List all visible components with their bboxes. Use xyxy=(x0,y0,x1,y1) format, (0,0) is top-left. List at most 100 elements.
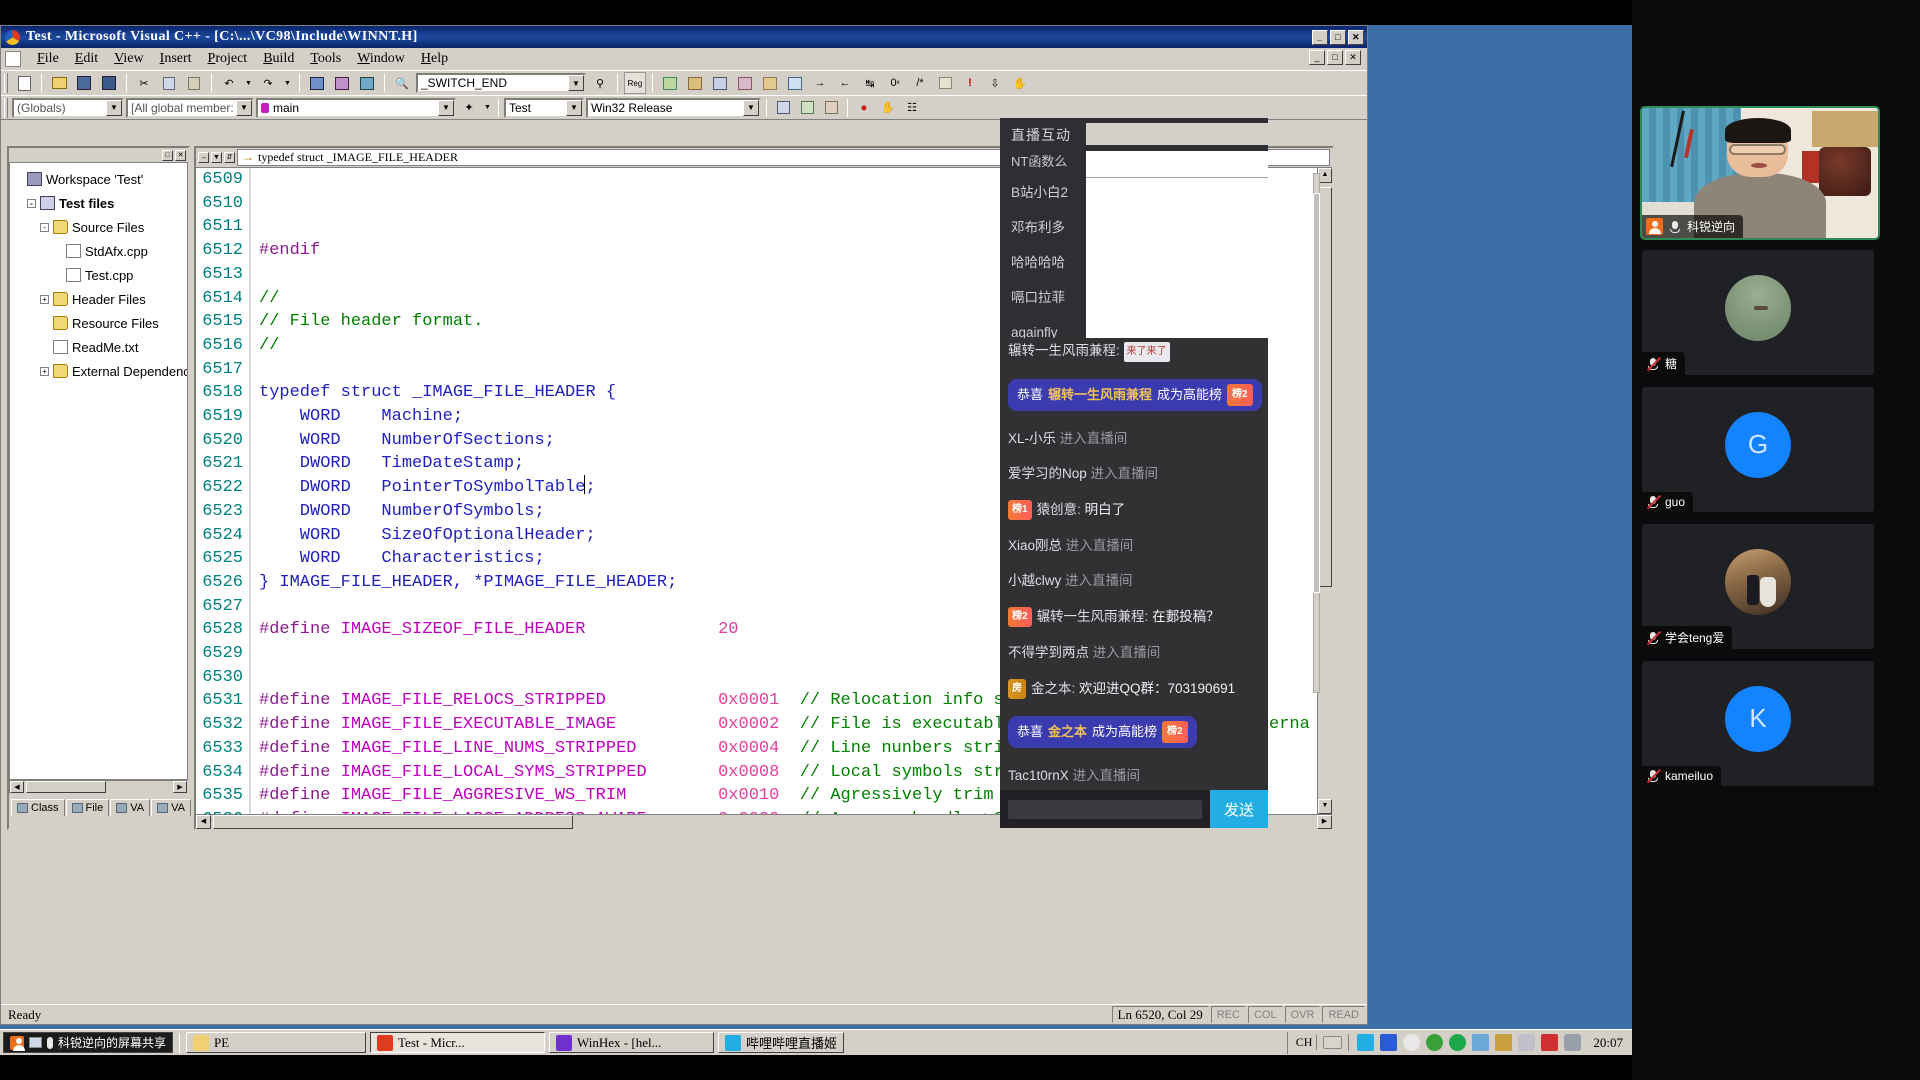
menu-item-tools[interactable]: Tools xyxy=(302,49,349,69)
workspace-dock-float-button[interactable]: □ xyxy=(162,149,173,161)
find-combo-arrow[interactable]: ▼ xyxy=(568,75,584,91)
editor-vscroll-thumb[interactable] xyxy=(1318,187,1332,587)
ime-keyboard-icon[interactable] xyxy=(1323,1036,1343,1049)
tree-expander-icon[interactable]: - xyxy=(27,198,36,208)
tree-node[interactable]: Test.cpp xyxy=(14,263,187,287)
undo-button[interactable]: ↶ xyxy=(218,72,240,94)
va-check-button[interactable] xyxy=(659,72,681,94)
menu-item-view[interactable]: View xyxy=(106,49,152,69)
workspace-scroll-right[interactable]: ▶ xyxy=(173,781,187,793)
browser-scrollbar[interactable] xyxy=(1313,173,1320,693)
participant-tile-tang[interactable]: 糖 xyxy=(1642,250,1874,375)
participant-tile-kameiluo[interactable]: K kameiluo xyxy=(1642,661,1874,786)
tree-node[interactable]: Resource Files xyxy=(14,311,187,335)
va-paste-button[interactable] xyxy=(709,72,731,94)
va-goto-button[interactable]: → xyxy=(809,72,831,94)
find-next-button[interactable]: ⚲ xyxy=(589,72,611,94)
workspace-tab[interactable]: Class xyxy=(11,799,65,816)
config-combo-arrow[interactable]: ▼ xyxy=(743,99,759,116)
cut-button[interactable]: ✂ xyxy=(133,72,155,94)
output-window-button[interactable] xyxy=(331,72,353,94)
save-all-button[interactable] xyxy=(98,72,120,94)
toolbar-grip[interactable] xyxy=(4,73,8,93)
workspace-tree[interactable]: Workspace 'Test' - Test files - Source Files… xyxy=(9,162,188,780)
menu-item-file[interactable]: FFileile xyxy=(29,49,67,69)
editor-scroll-left[interactable]: ◀ xyxy=(196,815,211,829)
workspace-tab[interactable]: File xyxy=(65,799,110,816)
va-warning-button[interactable]: ! xyxy=(959,72,981,94)
remove-breakpoints-button[interactable]: ✋ xyxy=(877,97,899,119)
volume-icon[interactable] xyxy=(1564,1034,1582,1051)
redo-button[interactable]: ↷ xyxy=(257,72,279,94)
va-outline-button[interactable] xyxy=(759,72,781,94)
watch-window-button[interactable] xyxy=(356,72,378,94)
menu-item-insert[interactable]: Insert xyxy=(152,49,200,69)
wizard-dropdown[interactable]: ▼ xyxy=(482,97,493,119)
registry-button[interactable]: Reg xyxy=(624,72,646,94)
menu-item-help[interactable]: Help xyxy=(413,49,456,69)
workspace-dock-close-button[interactable]: ✕ xyxy=(175,149,186,161)
project-combo-arrow[interactable]: ▼ xyxy=(566,99,582,116)
minimize-button[interactable]: _ xyxy=(1312,29,1328,45)
va-alternate-button[interactable]: ↹ xyxy=(859,72,881,94)
build-button[interactable] xyxy=(772,97,794,119)
chat-input[interactable] xyxy=(1008,799,1202,819)
function-combo-arrow[interactable]: ▼ xyxy=(438,99,454,116)
workspace-tab[interactable]: VA xyxy=(151,799,191,816)
va-hand-button[interactable]: ✋ xyxy=(1009,72,1031,94)
360-tray-icon[interactable] xyxy=(1449,1034,1467,1051)
qq-tray-icon[interactable] xyxy=(1403,1034,1421,1051)
taskbar-item[interactable]: Test - Micr... xyxy=(370,1032,546,1053)
wps-tray-icon[interactable] xyxy=(1380,1034,1398,1051)
va-back-button[interactable]: ← xyxy=(834,72,856,94)
editor-nav-back[interactable]: → xyxy=(198,152,209,163)
menu-item-edit[interactable]: Edit xyxy=(67,49,106,69)
insert-breakpoint-button[interactable]: ● xyxy=(853,97,875,119)
tree-expander-icon[interactable]: - xyxy=(40,222,49,232)
undo-dropdown[interactable]: ▼ xyxy=(243,72,254,94)
tree-node[interactable]: + Header Files xyxy=(14,287,187,311)
participant-tile-host[interactable]: 科锐逆向 xyxy=(1640,106,1880,240)
close-button[interactable]: ✕ xyxy=(1348,29,1364,45)
screen-share-indicator[interactable]: 科锐逆向的屏幕共享 xyxy=(3,1032,174,1053)
project-combo[interactable]: Test ▼ xyxy=(504,97,584,118)
va-sort-button[interactable]: ⇩ xyxy=(984,72,1006,94)
va-find-symbol-button[interactable] xyxy=(784,72,806,94)
editor-nav-spin[interactable]: ⇵ xyxy=(224,152,235,163)
editor-scroll-down[interactable]: ▼ xyxy=(1318,799,1332,814)
taskbar-item[interactable]: PE xyxy=(186,1032,367,1053)
workspace-scroll-thumb[interactable] xyxy=(26,781,106,793)
workspace-tab[interactable]: VA xyxy=(110,799,151,816)
breakpoints-button[interactable]: ☷ xyxy=(901,97,923,119)
globals-combo[interactable]: (Globals) ▼ xyxy=(12,97,124,118)
members-combo[interactable]: [All global member: ▼ xyxy=(126,97,254,118)
network-error-icon[interactable] xyxy=(1541,1034,1559,1051)
paste-button[interactable] xyxy=(183,72,205,94)
participant-tile-teng[interactable]: 学会teng爱 xyxy=(1642,524,1874,649)
taskbar-clock[interactable]: 20:07 xyxy=(1587,1035,1629,1051)
workspace-window-button[interactable] xyxy=(306,72,328,94)
taskbar-item[interactable]: WinHex - [hel... xyxy=(549,1032,715,1053)
tree-expander-icon[interactable]: + xyxy=(40,366,49,376)
new-file-button[interactable] xyxy=(13,72,35,94)
bilibili-tray-icon[interactable] xyxy=(1357,1034,1375,1051)
doc-minimize-button[interactable]: _ xyxy=(1309,50,1325,65)
menu-item-window[interactable]: Window xyxy=(349,49,413,69)
wizard-wand-icon[interactable]: ✦ xyxy=(458,97,480,119)
tree-node[interactable]: ReadMe.txt xyxy=(14,335,187,359)
workspace-hscrollbar[interactable]: ◀ ▶ xyxy=(9,780,188,794)
members-combo-arrow[interactable]: ▼ xyxy=(236,99,252,116)
editor-nav-dropdown[interactable]: ▼ xyxy=(211,152,222,163)
maximize-button[interactable]: □ xyxy=(1330,29,1346,45)
live-chat-messages[interactable]: 辗转一生风雨兼程: 来了来了 恭喜 辗转一生风雨兼程 成为高能榜 榜2 XL-小乐 进入直… xyxy=(1000,338,1268,790)
copy-button[interactable] xyxy=(158,72,180,94)
tool-tray-icon[interactable] xyxy=(1495,1034,1513,1051)
find-combo[interactable]: _SWITCH_END ▼ xyxy=(416,73,586,93)
doc-close-button[interactable]: ✕ xyxy=(1345,50,1361,65)
tree-node[interactable]: - Source Files xyxy=(14,215,187,239)
va-refactor-button[interactable] xyxy=(734,72,756,94)
tree-node[interactable]: + External Dependencies xyxy=(14,359,187,383)
tree-node[interactable]: - Test files xyxy=(14,191,187,215)
open-file-button[interactable] xyxy=(48,72,70,94)
editor-hscroll-thumb[interactable] xyxy=(213,815,573,829)
